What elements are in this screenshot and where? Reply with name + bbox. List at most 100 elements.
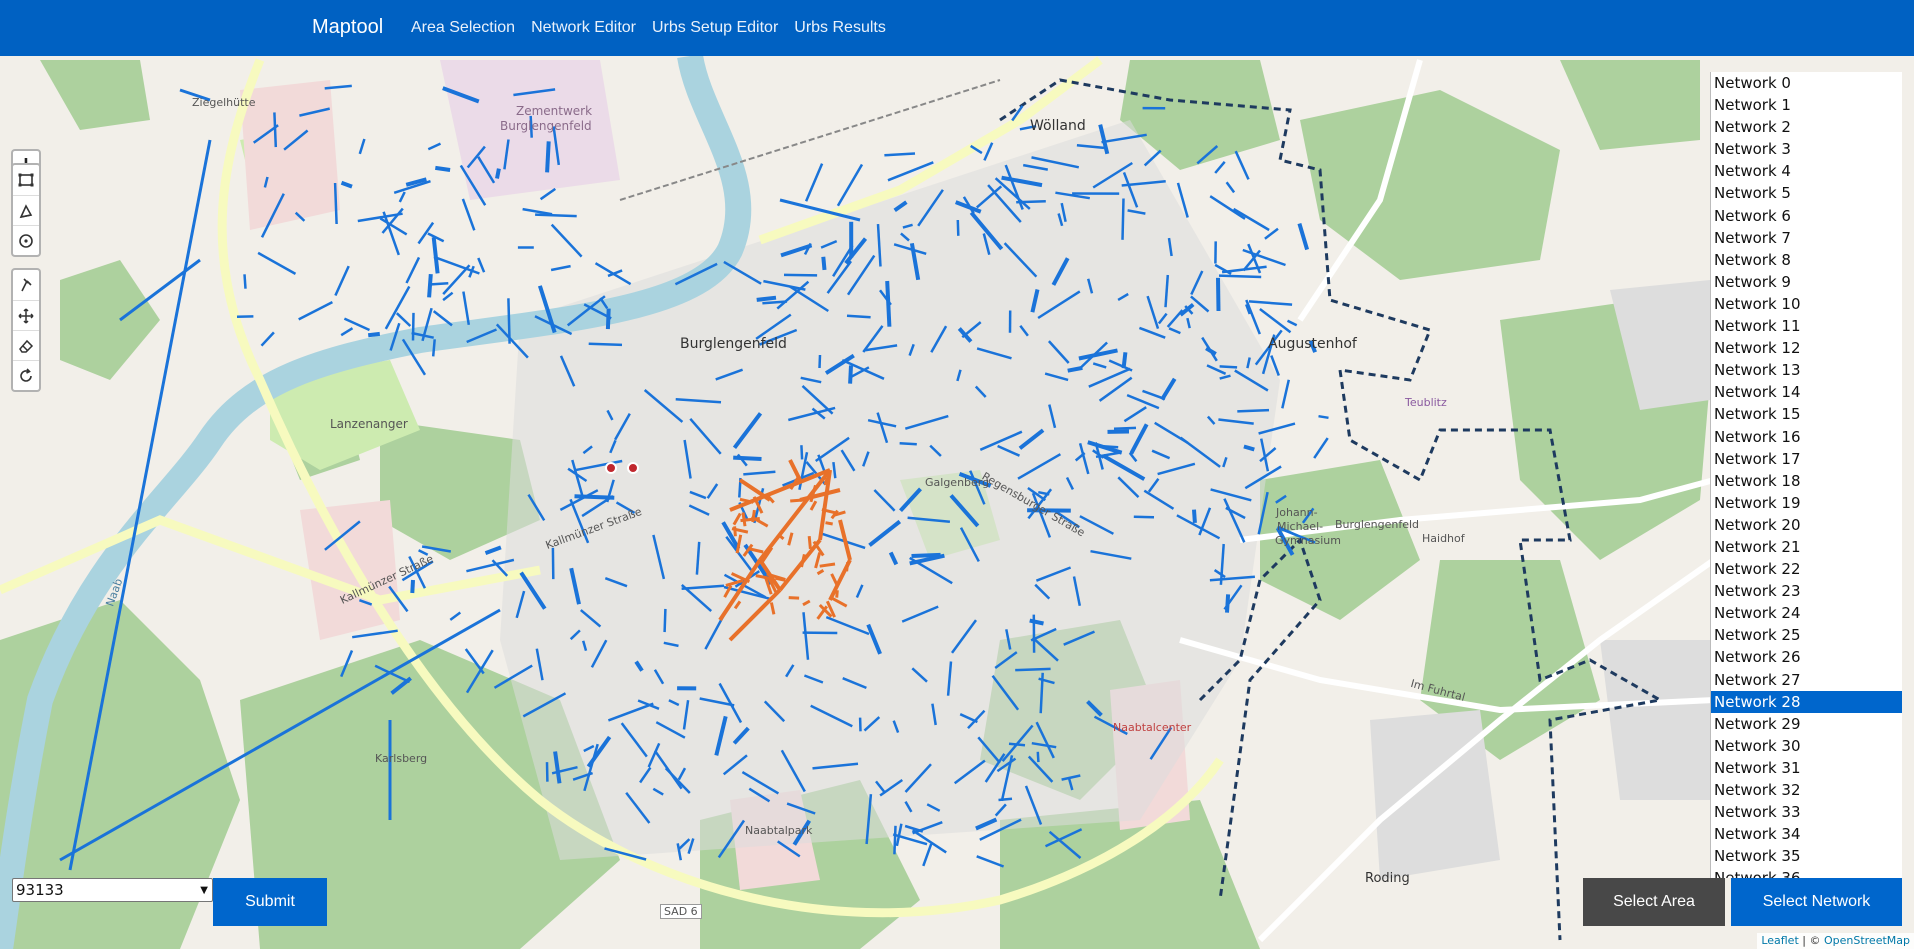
network-list-item[interactable]: Network 15 <box>1711 403 1902 425</box>
network-line <box>922 843 933 867</box>
network-list-item[interactable]: Network 21 <box>1711 536 1902 558</box>
network-line <box>1036 751 1040 763</box>
top-navbar: Maptool Area Selection Network Editor Ur… <box>0 0 1914 56</box>
network-line <box>243 274 247 289</box>
network-line <box>382 211 400 256</box>
network-list-item[interactable]: Network 29 <box>1711 713 1902 735</box>
network-line <box>1219 365 1238 369</box>
network-list-item[interactable]: Network 3 <box>1711 138 1902 160</box>
network-line <box>435 165 451 172</box>
postal-code-value: 93133 <box>16 881 64 899</box>
nav-area-selection[interactable]: Area Selection <box>411 19 515 37</box>
network-line <box>352 629 398 639</box>
move-icon[interactable] <box>13 300 39 330</box>
select-area-button[interactable]: Select Area <box>1583 878 1725 926</box>
network-line <box>545 141 551 173</box>
network-line <box>1216 277 1221 312</box>
network-list-item[interactable]: Network 32 <box>1711 779 1902 801</box>
network-line <box>899 441 917 446</box>
osm-link[interactable]: OpenStreetMap <box>1824 934 1910 947</box>
network-list-item[interactable]: Network 13 <box>1711 359 1902 381</box>
network-line <box>821 256 827 271</box>
leaflet-link[interactable]: Leaflet <box>1761 934 1798 947</box>
network-line <box>398 191 406 203</box>
network-list-item[interactable]: Network 18 <box>1711 470 1902 492</box>
map-canvas[interactable]: Burglengenfeld Wölland Augustenhof Lanze… <box>0 56 1914 949</box>
network-list-item[interactable]: Network 28 <box>1711 690 1902 713</box>
network-list-item[interactable]: Network 26 <box>1711 646 1902 668</box>
network-list-item[interactable]: Network 1 <box>1711 94 1902 116</box>
network-line <box>976 855 1005 868</box>
draw-circle-icon[interactable] <box>13 225 39 255</box>
network-list-item[interactable]: Network 4 <box>1711 160 1902 182</box>
network-list-item[interactable]: Network 31 <box>1711 757 1902 779</box>
network-list-item[interactable]: Network 8 <box>1711 249 1902 271</box>
network-list-item[interactable]: Network 17 <box>1711 448 1902 470</box>
highlighted-network-line <box>733 526 737 537</box>
label-burglengenfeld: Burglengenfeld <box>680 336 787 352</box>
attribution-separator: | © <box>1798 934 1824 947</box>
submit-button[interactable]: Submit <box>213 878 327 926</box>
draw-polygon-icon[interactable] <box>13 195 39 225</box>
network-list-item[interactable]: Network 35 <box>1711 845 1902 867</box>
network-list-item[interactable]: Network 0 <box>1711 72 1902 94</box>
network-line <box>334 265 350 297</box>
draw-rectangle-icon[interactable] <box>13 165 39 195</box>
network-list-item[interactable]: Network 7 <box>1711 227 1902 249</box>
network-line <box>1248 300 1293 306</box>
label-galgenberg: Galgenberg <box>925 476 990 489</box>
network-list-item[interactable]: Network 30 <box>1711 735 1902 757</box>
network-line <box>427 273 433 298</box>
network-list-item[interactable]: Network 16 <box>1711 426 1902 448</box>
nav-network-editor[interactable]: Network Editor <box>531 19 636 37</box>
highlighted-network-line <box>790 498 804 503</box>
network-list-item[interactable]: Network 34 <box>1711 823 1902 845</box>
draw-toolbar <box>11 163 41 257</box>
network-list-item[interactable]: Network 12 <box>1711 337 1902 359</box>
network-line <box>893 825 897 855</box>
network-list-item[interactable]: Network 23 <box>1711 580 1902 602</box>
network-list-item[interactable]: Network 10 <box>1711 293 1902 315</box>
select-network-button[interactable]: Select Network <box>1731 878 1902 926</box>
network-line <box>1297 223 1310 251</box>
network-list-item[interactable]: Network 20 <box>1711 514 1902 536</box>
nav-urbs-results[interactable]: Urbs Results <box>794 19 886 37</box>
network-list-item[interactable]: Network 24 <box>1711 602 1902 624</box>
network-line <box>605 308 611 330</box>
network-list-item[interactable]: Network 22 <box>1711 558 1902 580</box>
highlighted-network-line <box>845 562 850 572</box>
network-list-item[interactable]: Network 36 <box>1711 867 1902 878</box>
nav-urbs-setup-editor[interactable]: Urbs Setup Editor <box>652 19 778 37</box>
network-list-item[interactable]: Network 6 <box>1711 205 1902 227</box>
postal-code-select[interactable]: 93133 ▼ <box>12 878 213 902</box>
network-line <box>410 579 415 594</box>
network-list-item[interactable]: Network 19 <box>1711 492 1902 514</box>
network-line <box>911 552 941 558</box>
network-line <box>1225 181 1236 194</box>
eraser-icon[interactable] <box>13 330 39 360</box>
network-line <box>804 163 824 202</box>
network-list-item[interactable]: Network 14 <box>1711 381 1902 403</box>
highlighted-network-line <box>807 535 812 550</box>
network-list-item[interactable]: Network 25 <box>1711 624 1902 646</box>
network-list-item[interactable]: Network 11 <box>1711 315 1902 337</box>
network-list-item[interactable]: Network 9 <box>1711 271 1902 293</box>
network-line <box>484 545 502 555</box>
network-list-item[interactable]: Network 5 <box>1711 182 1902 204</box>
network-line <box>257 251 297 275</box>
edit-toolbar <box>11 268 41 392</box>
network-list-item[interactable]: Network 2 <box>1711 116 1902 138</box>
network-list-item[interactable]: Network 33 <box>1711 801 1902 823</box>
cut-icon[interactable] <box>13 270 39 300</box>
label-zementwerk-2: Burglengenfeld <box>500 119 592 133</box>
network-line <box>411 312 415 341</box>
network-list[interactable]: Network 0 Network 1 Network 2 Network 3 Netw… <box>1710 72 1902 878</box>
highlighted-network-line <box>788 596 800 600</box>
rotate-icon[interactable] <box>13 360 39 390</box>
network-line <box>461 198 476 231</box>
network-list-item[interactable]: Network 27 <box>1711 669 1902 691</box>
network-line <box>783 273 818 277</box>
brand-logo[interactable]: Maptool <box>312 16 383 39</box>
hospital-icon <box>605 462 617 474</box>
network-line <box>431 339 436 357</box>
